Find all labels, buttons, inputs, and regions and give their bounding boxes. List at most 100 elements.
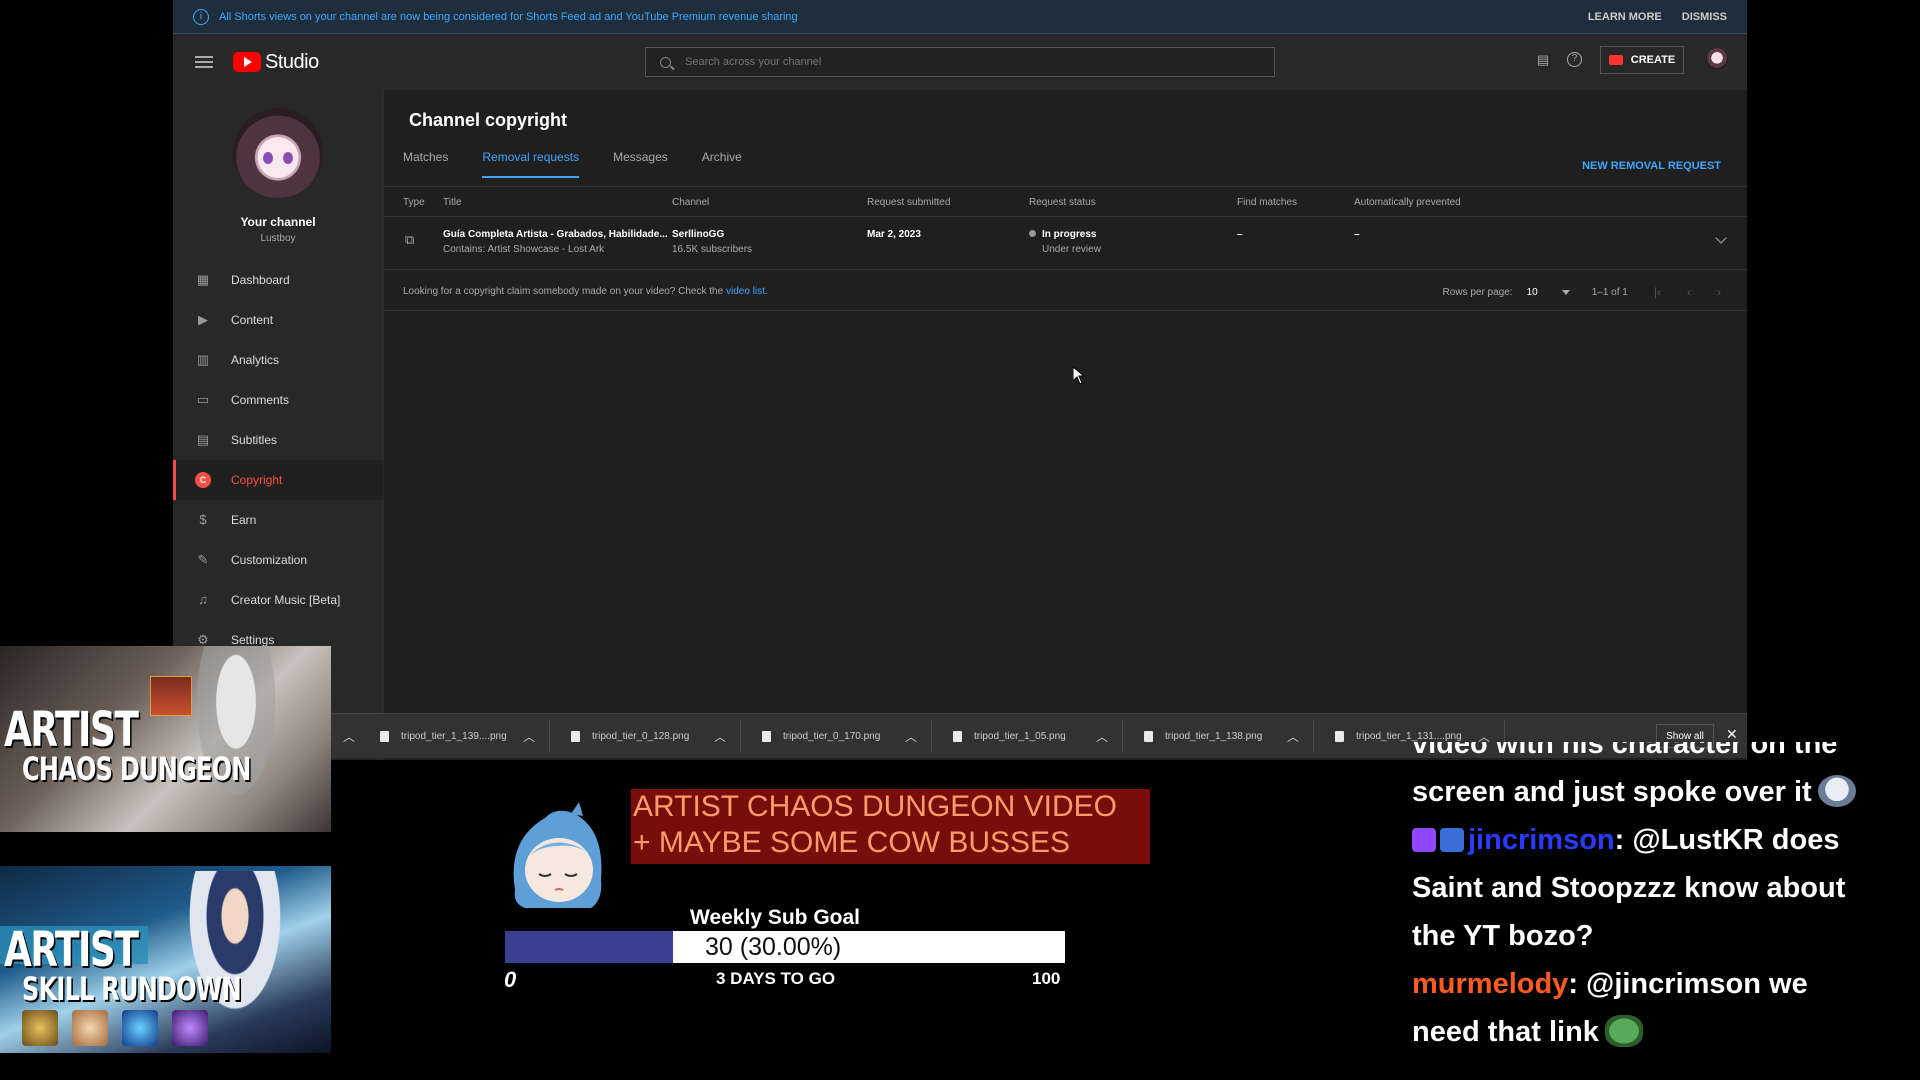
sidebar-item-label: Comments (231, 393, 290, 407)
thumbnail-subtitle: CHAOS DUNGEON (22, 750, 251, 788)
sub-goal-label: Weekly Sub Goal (690, 906, 860, 929)
pagination: Rows per page: 10 1–1 of 1 |‹ ‹ › (1443, 285, 1721, 299)
download-item[interactable]: tripod_tier_1_138.png ︿ (1134, 720, 1314, 752)
sub-goal-min: 0 (504, 967, 517, 992)
banner-message: All Shorts views on your channel are now… (219, 10, 798, 23)
sidebar-item-customization[interactable]: ✎ Customization (173, 540, 383, 580)
dropdown-arrow-icon[interactable] (1561, 289, 1570, 295)
video-thumbnail-skill-rundown: ARTIST SKILL RUNDOWN (0, 866, 331, 1053)
search-input[interactable] (685, 56, 1185, 68)
chevron-up-icon[interactable]: ︿ (343, 728, 355, 745)
page-range: 1–1 of 1 (1591, 286, 1628, 298)
sidebar-item-subtitles[interactable]: ▤ Subtitles (173, 420, 383, 460)
sidebar-item-creator-music[interactable]: ♫ Creator Music [Beta] (173, 580, 383, 620)
first-page-icon[interactable]: |‹ (1654, 285, 1661, 299)
tab-messages[interactable]: Messages (613, 150, 668, 178)
close-icon[interactable]: ✕ (1726, 726, 1738, 743)
skill-icon (72, 1010, 108, 1046)
create-button[interactable]: CREATE (1600, 46, 1684, 74)
next-page-icon[interactable]: › (1717, 285, 1721, 299)
sidebar-item-label: Settings (231, 633, 275, 647)
channel-label: Your channel (240, 215, 316, 229)
download-filename: tripod_tier_1_139....png (401, 730, 507, 742)
expand-chevron-icon[interactable] (1715, 232, 1727, 244)
status-text: In progress (1042, 229, 1097, 240)
subscriber-badge-icon (1412, 828, 1436, 852)
chevron-up-icon[interactable]: ︿ (1096, 728, 1108, 745)
download-item[interactable]: tripod_tier_1_139....png ︿ (370, 720, 550, 752)
sidebar-item-label: Customization (231, 553, 308, 567)
chat-message-fragment: Saint and Stoopzzz know about (1412, 872, 1846, 904)
video-list-link[interactable]: video list. (726, 286, 768, 297)
sidebar-item-analytics[interactable]: ▥ Analytics (173, 340, 383, 380)
stream-chat: video with his character on the screen a… (1412, 742, 1912, 1080)
tab-matches[interactable]: Matches (403, 150, 448, 178)
chevron-up-icon[interactable]: ︿ (714, 728, 726, 745)
studio-logo[interactable]: Studio (233, 51, 319, 74)
column-header: Request submitted (867, 197, 951, 208)
mascot-sleeping-character (513, 802, 602, 908)
sidebar-item-comments[interactable]: ▭ Comments (173, 380, 383, 420)
file-icon (571, 730, 580, 742)
account-avatar[interactable] (1706, 48, 1728, 70)
prev-page-icon[interactable]: ‹ (1687, 285, 1691, 299)
new-removal-request-button[interactable]: NEW REMOVAL REQUEST (1582, 160, 1721, 172)
tab-bar: Matches Removal requests Messages Archiv… (403, 150, 776, 178)
chat-text: need that link (1412, 1016, 1599, 1048)
feedback-icon[interactable]: ▤ (1535, 52, 1551, 68)
hamburger-menu-icon[interactable] (195, 56, 213, 68)
download-item[interactable]: tripod_tier_0_170.png ︿ (752, 720, 932, 752)
download-item[interactable]: tripod_tier_1_05.png ︿ (943, 720, 1123, 752)
column-header: Channel (672, 197, 710, 208)
learn-more-link[interactable]: LEARN MORE (1588, 11, 1662, 23)
request-title: Guía Completa Artista - Grabados, Habili… (443, 229, 668, 240)
stream-scene: i All Shorts views on your channel are n… (0, 0, 1920, 1080)
find-matches-value: – (1237, 229, 1243, 240)
chat-text: screen and just spoke over it (1412, 776, 1812, 808)
portrait-icon (150, 676, 192, 716)
sidebar-item-content[interactable]: ▶ Content (173, 300, 383, 340)
skill-icon (22, 1010, 58, 1046)
rows-per-page-select[interactable]: 10 (1527, 287, 1538, 298)
chevron-up-icon[interactable]: ︿ (1287, 728, 1299, 745)
chevron-up-icon[interactable]: ︿ (905, 728, 917, 745)
download-item[interactable]: tripod_tier_0_128.png ︿ (561, 720, 741, 752)
chevron-up-icon[interactable]: ︿ (523, 728, 535, 745)
sidebar-item-label: Creator Music [Beta] (231, 593, 341, 607)
search-box[interactable] (645, 47, 1275, 77)
dollar-icon: $ (199, 512, 207, 527)
content-icon: ▶ (198, 312, 208, 327)
chat-username: jincrimson (1468, 824, 1615, 856)
dismiss-button[interactable]: DISMISS (1682, 11, 1727, 23)
channel-avatar[interactable] (233, 108, 323, 198)
frog-emote-icon (1604, 1015, 1643, 1047)
table-row[interactable]: ⧉ Guía Completa Artista - Grabados, Habi… (384, 218, 1747, 270)
column-header: Type (403, 197, 425, 208)
video-type-icon: ⧉ (405, 232, 415, 247)
sidebar-item-copyright[interactable]: C Copyright (173, 460, 383, 500)
sidebar-item-dashboard[interactable]: ▦ Dashboard (173, 260, 383, 300)
tab-archive[interactable]: Archive (702, 150, 742, 178)
footer-hint: Looking for a copyright claim somebody m… (403, 286, 768, 297)
thumbnail-subtitle: SKILL RUNDOWN (22, 970, 242, 1008)
tab-removal-requests[interactable]: Removal requests (482, 150, 579, 178)
column-header: Title (443, 197, 462, 208)
help-icon[interactable]: ? (1567, 52, 1582, 67)
sidebar-nav: ▦ Dashboard ▶ Content ▥ Analytics ▭ Comments… (173, 260, 383, 660)
file-icon (762, 730, 771, 742)
rows-per-page-label: Rows per page: (1442, 286, 1513, 298)
chat-text: : @jincrimson we (1568, 968, 1808, 1000)
magic-wand-icon: ✎ (197, 552, 209, 567)
download-filename: tripod_tier_0_128.png (592, 730, 690, 742)
column-header: Automatically prevented (1354, 197, 1461, 208)
sidebar-item-earn[interactable]: $ Earn (173, 500, 383, 540)
comments-icon: ▭ (196, 392, 210, 407)
youtube-play-icon (233, 52, 261, 72)
column-header: Request status (1029, 197, 1096, 208)
stream-title-line: ARTIST CHAOS DUNGEON VIDEO (633, 790, 1117, 823)
sidebar-item-label: Earn (231, 513, 257, 527)
file-icon (1144, 730, 1153, 742)
chat-username: murmelody (1412, 968, 1569, 1000)
video-camera-icon (1608, 55, 1623, 65)
channel-name[interactable]: SerllinoGG (672, 229, 752, 240)
